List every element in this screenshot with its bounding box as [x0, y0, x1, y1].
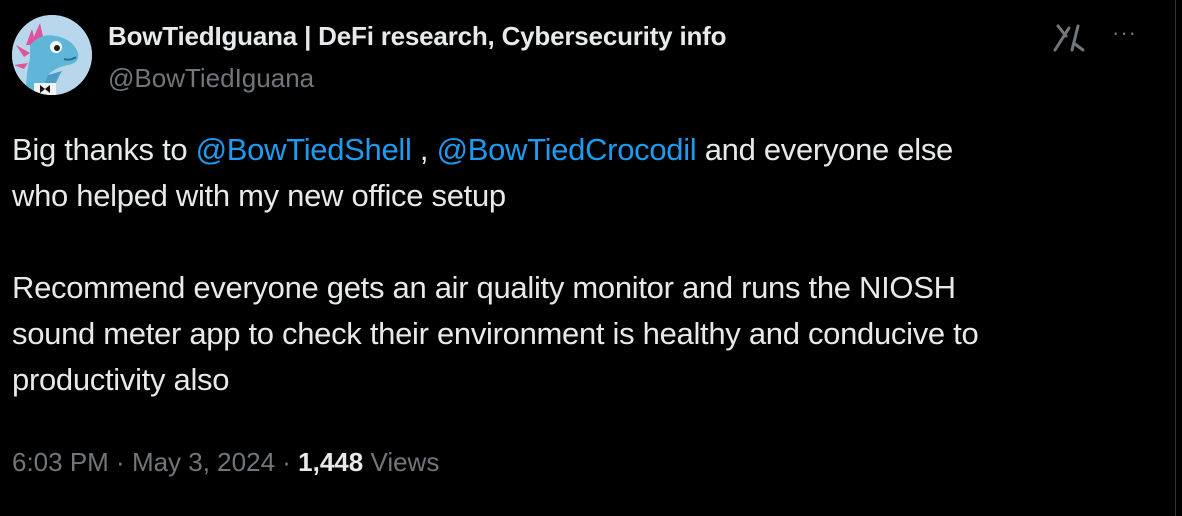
tweet-text: , [411, 132, 437, 167]
mention-link[interactable]: @BowTiedCrocodil [437, 132, 697, 167]
tweet-line: sound meter app to check their environme… [12, 316, 979, 351]
tweet-line: productivity also [12, 362, 230, 397]
separator: · [275, 447, 299, 477]
tweet-text: and everyone else [696, 132, 954, 167]
more-icon[interactable]: ··· [1112, 20, 1137, 46]
tweet-line: Recommend everyone gets an air quality m… [12, 270, 956, 305]
grok-icon[interactable] [1052, 22, 1086, 52]
column-border [1175, 0, 1176, 516]
tweet-date[interactable]: May 3, 2024 [132, 447, 275, 477]
views-count: 1,448 [298, 447, 364, 477]
views-label: Views [363, 447, 440, 477]
tweet-meta: 6:03 PM · May 3, 2024 · 1,448 Views [12, 447, 439, 478]
iguana-avatar-icon [12, 15, 92, 95]
tweet-body: Big thanks to @BowTiedShell , @BowTiedCr… [12, 127, 1162, 403]
mention-link[interactable]: @BowTiedShell [196, 132, 412, 167]
tweet-time[interactable]: 6:03 PM [12, 447, 109, 477]
tweet-line: who helped with my new office setup [12, 178, 506, 213]
author-avatar[interactable] [12, 15, 92, 95]
tweet-line: Big thanks to @BowTiedShell , @BowTiedCr… [12, 127, 1162, 173]
separator: · [108, 447, 132, 477]
author-handle[interactable]: @BowTiedIguana [108, 63, 314, 94]
author-name[interactable]: BowTiedIguana | DeFi research, Cybersecu… [108, 21, 726, 52]
tweet-text: Big thanks to [12, 132, 196, 167]
